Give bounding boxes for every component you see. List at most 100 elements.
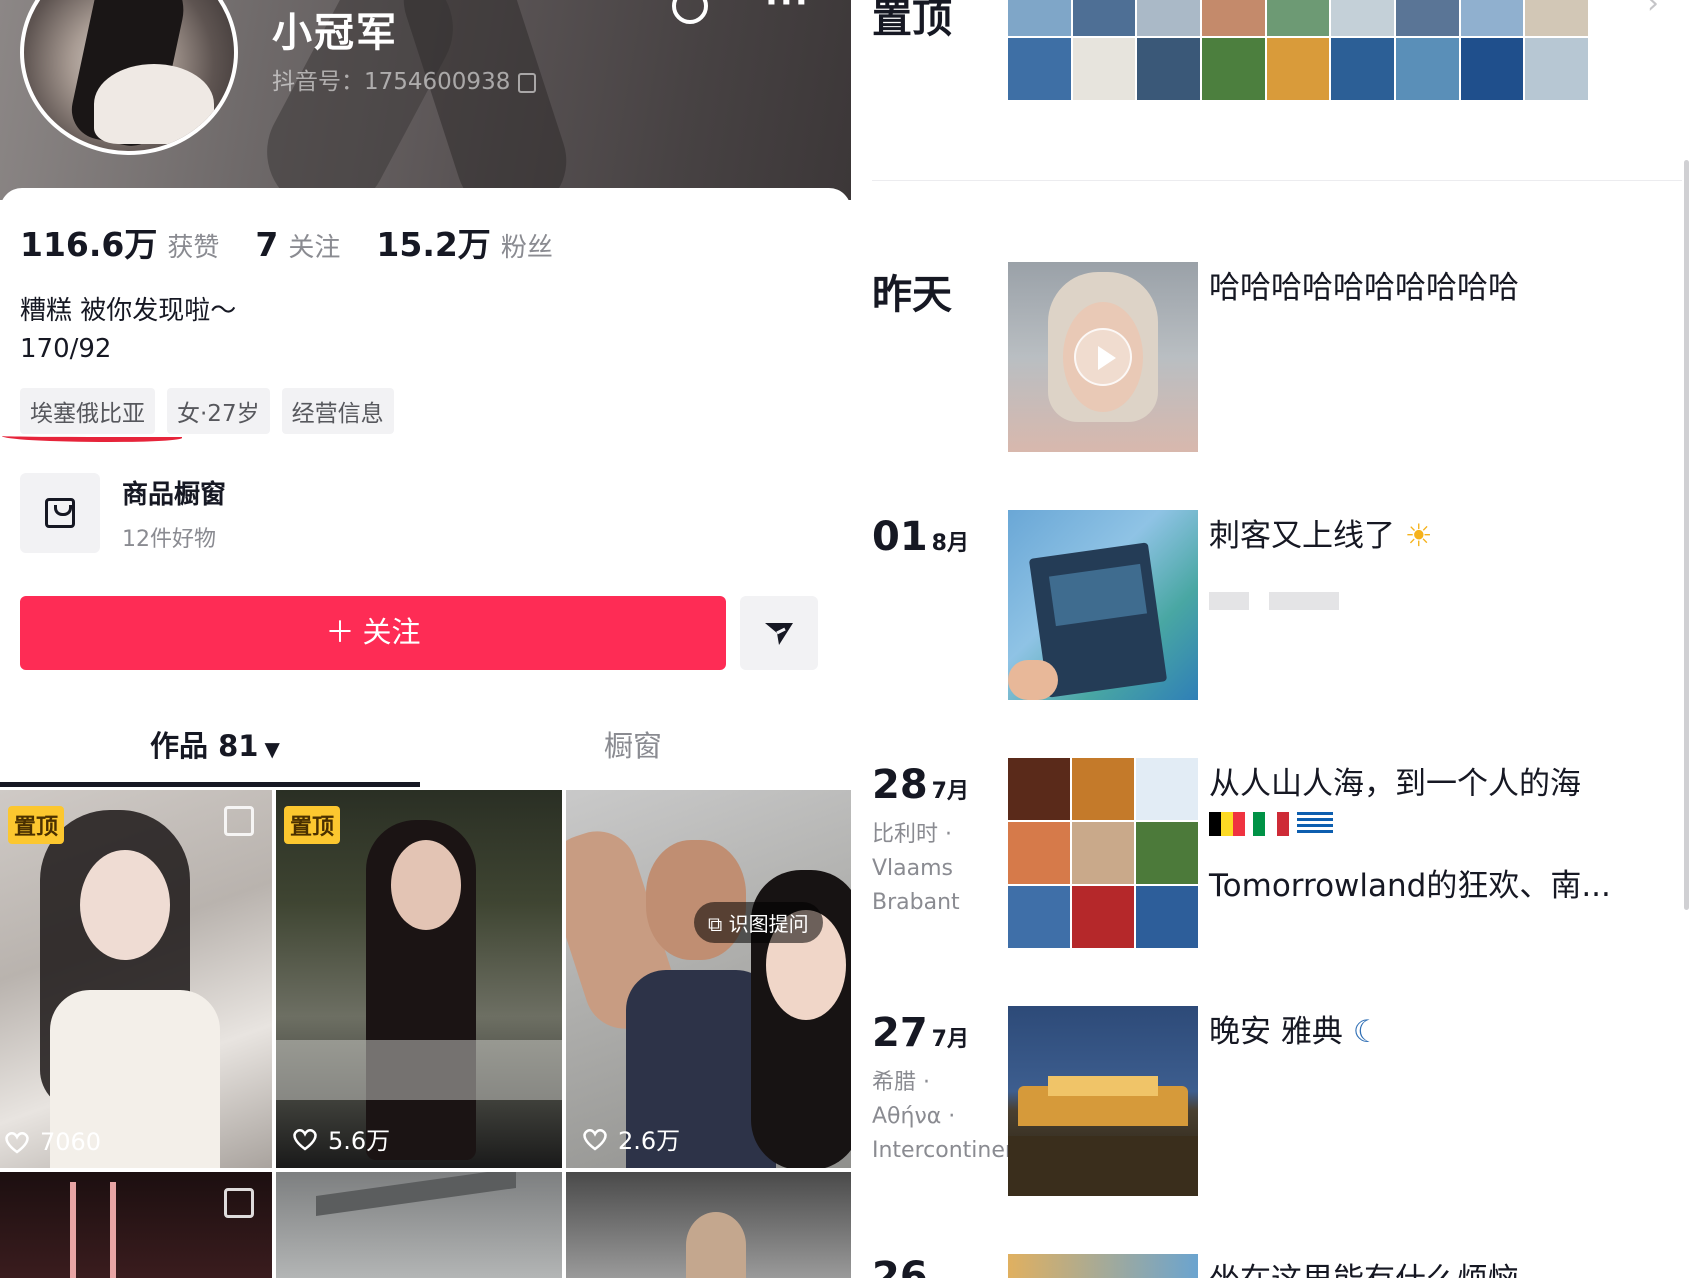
like-count: 2.6万 bbox=[582, 1121, 680, 1156]
tab-works[interactable]: 作品 81 ▼ bbox=[150, 723, 280, 765]
tag-business-info[interactable]: 经营信息 bbox=[281, 388, 394, 434]
post-title-text: 刺客又上线了 bbox=[1209, 518, 1395, 554]
pinned-thumb bbox=[1460, 38, 1524, 100]
post-thumbnail[interactable] bbox=[1008, 1006, 1198, 1196]
tab-indicator bbox=[0, 782, 420, 787]
heart-icon bbox=[5, 1132, 29, 1154]
video-thumbnail[interactable] bbox=[0, 1172, 272, 1278]
post-day: 27 bbox=[872, 1010, 928, 1056]
post-thumbnail[interactable] bbox=[1008, 758, 1198, 948]
thumbnail-image-shape bbox=[1008, 660, 1058, 700]
post-title[interactable]: 刺客又上线了 ☀ bbox=[1209, 510, 1433, 555]
thumbnail-image-shape bbox=[391, 840, 461, 930]
bio-line: 170/92 bbox=[20, 334, 112, 364]
post-thumbnail[interactable] bbox=[1008, 1254, 1198, 1278]
thumbnail-image-shape bbox=[70, 1182, 76, 1278]
video-thumbnail[interactable]: 置顶 7060 bbox=[0, 790, 272, 1168]
pinned-thumb bbox=[1202, 38, 1265, 100]
grid-thumb bbox=[1008, 758, 1070, 820]
follow-button[interactable]: ＋ 关注 bbox=[20, 596, 726, 670]
thumbnail-image-shape bbox=[1048, 1076, 1158, 1096]
italy-flag-icon bbox=[1253, 812, 1289, 836]
shop-subtitle: 12件好物 bbox=[122, 526, 216, 552]
like-count: 5.6万 bbox=[292, 1121, 390, 1156]
profile-cover: 小冠军 抖音号：1754600938 ··· bbox=[0, 0, 851, 233]
post-title-text: 晚安 雅典 bbox=[1209, 1014, 1343, 1050]
pinned-posts-strip[interactable] bbox=[1008, 0, 1588, 100]
pinned-thumb bbox=[1525, 0, 1588, 36]
pinned-thumb bbox=[1331, 0, 1394, 36]
like-count-text: 7060 bbox=[40, 1128, 102, 1156]
image-question-label: 识图提问 bbox=[728, 912, 809, 936]
grid-thumb bbox=[1072, 758, 1134, 820]
following-label[interactable]: 关注 bbox=[288, 227, 340, 264]
search-icon[interactable] bbox=[672, 0, 708, 24]
content-tabs: 作品 81 ▼ 橱窗 bbox=[0, 713, 851, 783]
followers-label[interactable]: 粉丝 bbox=[501, 227, 553, 264]
grid-thumb bbox=[1008, 886, 1070, 948]
like-count: 7060 bbox=[4, 1128, 101, 1156]
post-thumbnail[interactable] bbox=[1008, 510, 1198, 700]
video-thumbnail[interactable] bbox=[276, 1172, 562, 1278]
video-thumbnail[interactable]: ⧉ 识图提问 2.6万 bbox=[566, 790, 851, 1168]
shopping-bag-icon bbox=[45, 498, 75, 528]
image-question-badge[interactable]: ⧉ 识图提问 bbox=[694, 902, 823, 943]
video-thumbnail[interactable]: 置顶 5.6万 bbox=[276, 790, 562, 1168]
post-month: 7月 bbox=[931, 779, 969, 804]
copy-icon[interactable] bbox=[518, 72, 537, 93]
flag-row bbox=[1209, 812, 1341, 836]
thumbnail-image-shape bbox=[316, 1172, 516, 1217]
heart-icon bbox=[583, 1128, 607, 1151]
post-location: 希腊 · Αθήνα · Intercontinenta... bbox=[872, 1070, 1062, 1163]
moon-icon: ☾ bbox=[1352, 1014, 1381, 1050]
pinned-thumb bbox=[1331, 38, 1394, 100]
grid-thumb bbox=[1072, 886, 1134, 948]
grid-thumb bbox=[1072, 822, 1134, 884]
sun-icon: ☀ bbox=[1404, 518, 1433, 554]
thumbnail-image-shape bbox=[1008, 1136, 1198, 1196]
post-day: 28 bbox=[872, 762, 928, 808]
blur-block bbox=[1209, 592, 1249, 610]
chevron-right-icon[interactable]: › bbox=[1647, 0, 1659, 21]
douyin-id-text: 抖音号：1754600938 bbox=[272, 69, 511, 95]
pinned-thumb bbox=[1137, 38, 1200, 100]
likes-label: 获赞 bbox=[167, 233, 220, 263]
thumbnail-image-shape bbox=[80, 850, 170, 960]
post-month: 8月 bbox=[931, 531, 969, 556]
post-title[interactable]: 坐在这里能有什么烦恼 bbox=[1209, 1254, 1519, 1278]
shop-window-entry[interactable]: 商品橱窗 12件好物 bbox=[20, 473, 226, 553]
post-title[interactable]: 晚安 雅典 ☾ bbox=[1209, 1006, 1381, 1051]
pinned-badge: 置顶 bbox=[8, 806, 65, 844]
pinned-thumb bbox=[1525, 38, 1588, 100]
video-thumbnail[interactable] bbox=[566, 1172, 851, 1278]
like-count-text: 2.6万 bbox=[618, 1127, 681, 1155]
more-icon[interactable]: ··· bbox=[765, 0, 810, 22]
avatar-image-shape bbox=[94, 64, 214, 144]
pinned-thumb bbox=[1072, 0, 1136, 36]
post-thumbnail[interactable] bbox=[1008, 262, 1198, 452]
post-date: 28 7月 bbox=[872, 762, 969, 808]
thumbnail-image-shape bbox=[110, 1182, 116, 1278]
followers-count[interactable]: 15.2万 bbox=[376, 218, 490, 266]
post-subtitle: Tomorrowland的狂欢、南... bbox=[1209, 868, 1611, 904]
tab-window[interactable]: 橱窗 bbox=[604, 723, 662, 765]
tag-location[interactable]: 埃塞俄比亚 bbox=[20, 388, 155, 434]
multi-image-icon bbox=[224, 1188, 254, 1218]
post-date: 27 7月 bbox=[872, 1010, 969, 1056]
post-title[interactable]: 从人山人海，到一个人的海 bbox=[1209, 758, 1581, 803]
blur-block bbox=[1269, 592, 1339, 610]
tag-gender-age: 女·27岁 bbox=[167, 388, 270, 434]
pinned-thumb bbox=[1266, 0, 1330, 36]
douyin-id: 抖音号：1754600938 bbox=[272, 62, 537, 96]
grid-thumb bbox=[1008, 822, 1070, 884]
grid-thumb bbox=[1136, 822, 1198, 884]
likes-count: 116.6万 bbox=[20, 225, 158, 264]
bio-line: 糟糕 被你发现啦～ bbox=[20, 296, 237, 326]
avatar[interactable] bbox=[20, 0, 238, 155]
scrollbar[interactable] bbox=[1684, 160, 1689, 910]
post-title[interactable]: 哈哈哈哈哈哈哈哈哈哈 bbox=[1209, 262, 1519, 307]
following-count[interactable]: 7 bbox=[255, 225, 278, 264]
caret-down-icon: ▼ bbox=[264, 737, 280, 761]
share-button[interactable] bbox=[740, 596, 818, 670]
pinned-thumb bbox=[1008, 38, 1071, 100]
